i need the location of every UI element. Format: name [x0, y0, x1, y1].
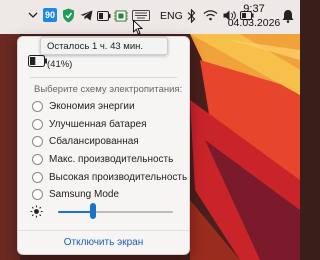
power-plan-label: Экономия энергии — [49, 101, 135, 113]
mouse-cursor-icon — [133, 19, 144, 40]
footer-divider — [18, 230, 189, 231]
divider — [30, 77, 177, 78]
brightness-icon — [30, 205, 43, 223]
power-plan-label: Samsung Mode — [49, 189, 120, 201]
brightness-row — [28, 202, 183, 222]
bluetooth-icon[interactable] — [187, 9, 196, 23]
power-plan-label: Улучшенная батарея — [49, 118, 147, 130]
power-plan-label: Высокая производительность — [49, 171, 188, 183]
power-plan-option[interactable]: Улучшенная батарея — [32, 116, 187, 134]
power-scheme-title: Выберите схему электропитания: — [34, 84, 183, 95]
power-plan-option[interactable]: Сбалансированная — [32, 133, 187, 151]
clock-time: 9:37 — [243, 3, 265, 15]
power-plan-label: Макс. производительность — [49, 154, 174, 166]
battery-tooltip: Осталось 1 ч. 43 мин. (41%) — [40, 37, 168, 70]
wifi-icon[interactable] — [203, 10, 218, 21]
power-plan-option[interactable]: Samsung Mode — [32, 186, 187, 204]
app-badge-icon[interactable]: 90 — [43, 8, 57, 22]
battery-icon[interactable] — [97, 11, 111, 21]
power-plan-list: Экономия энергии Улучшенная батарея Сбалан… — [32, 98, 187, 204]
radio-button[interactable] — [32, 136, 43, 148]
brightness-slider-fill — [58, 211, 93, 213]
turn-off-display-link[interactable]: Отключить экран — [18, 237, 189, 248]
radio-button[interactable] — [32, 118, 43, 130]
battery-level-icon — [28, 54, 48, 72]
brightness-slider-thumb[interactable] — [89, 203, 96, 219]
clock[interactable]: 9:37 04.03.2026 — [228, 2, 281, 30]
power-plan-option[interactable]: Экономия энергии — [32, 98, 187, 116]
power-plan-option[interactable]: Высокая производительность — [32, 168, 187, 186]
taskbar: 90 ENG 9:37 04.03.2026 — [0, 0, 300, 34]
shield-check-icon[interactable] — [62, 8, 75, 23]
radio-button[interactable] — [32, 171, 43, 183]
notifications-icon[interactable] — [282, 9, 294, 23]
power-plan-label: Сбалансированная — [49, 136, 139, 148]
chevron-down-icon[interactable] — [28, 11, 38, 19]
radio-button[interactable] — [32, 189, 43, 201]
battery-flyout: Выберите схему электропитания: Экономия … — [17, 36, 190, 255]
power-plan-option[interactable]: Макс. производительность — [32, 151, 187, 169]
radio-button[interactable] — [32, 101, 43, 113]
chip-icon[interactable] — [114, 9, 128, 23]
clock-date: 04.03.2026 — [227, 17, 281, 29]
language-indicator[interactable]: ENG — [160, 10, 183, 22]
telegram-icon[interactable] — [80, 10, 93, 21]
radio-button[interactable] — [32, 154, 43, 166]
